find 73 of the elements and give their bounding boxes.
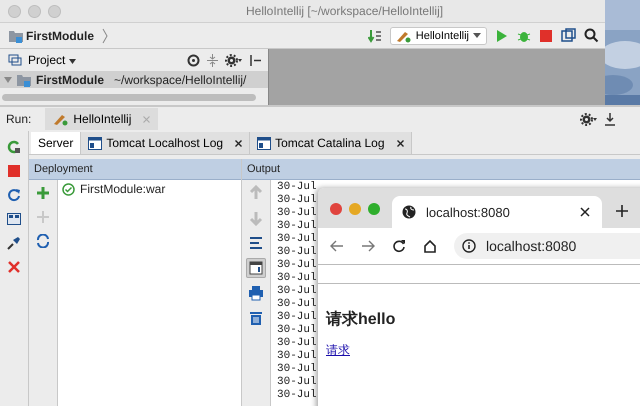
log-line: 30-Jul bbox=[277, 298, 317, 311]
log-line: 30-Jul bbox=[277, 389, 317, 402]
stop-icon[interactable] bbox=[539, 28, 553, 42]
home-icon[interactable] bbox=[423, 239, 437, 253]
layout-icon[interactable] bbox=[7, 213, 21, 225]
window-icon bbox=[8, 54, 22, 66]
back-icon[interactable] bbox=[330, 240, 344, 252]
log-line: 30-Jul bbox=[277, 337, 317, 350]
run-label: Run: bbox=[6, 112, 32, 126]
info-icon bbox=[462, 239, 476, 253]
log-window-icon bbox=[257, 136, 272, 150]
tab[interactable]: Server bbox=[31, 132, 82, 154]
log-line: 30-Jul bbox=[277, 363, 317, 376]
deployment-item[interactable]: FirstModule:war bbox=[58, 180, 241, 198]
browser-tab[interactable]: localhost:8080 bbox=[392, 196, 602, 228]
log-line: 30-Jul bbox=[277, 259, 317, 272]
log-line: 30-Jul bbox=[277, 194, 317, 207]
tab[interactable]: Tomcat Catalina Log bbox=[250, 132, 412, 154]
address-field[interactable]: localhost:8080 bbox=[454, 233, 640, 259]
log-line: 30-Jul bbox=[277, 220, 317, 233]
link[interactable]: 请求 bbox=[326, 342, 350, 359]
target-icon[interactable] bbox=[187, 54, 200, 66]
refresh-icon[interactable] bbox=[36, 234, 50, 248]
refresh-icon[interactable] bbox=[7, 188, 21, 202]
window-title: HelloIntellij [~/workspace/HelloIntellij] bbox=[246, 4, 444, 18]
log-line: 30-Jul bbox=[277, 376, 317, 389]
close-icon[interactable] bbox=[580, 207, 590, 217]
project-view-dropdown[interactable]: Project bbox=[28, 53, 76, 67]
tree-item[interactable]: FirstModule ~/workspace/HelloIntellij/ bbox=[0, 71, 268, 88]
structure-icon[interactable] bbox=[561, 28, 576, 43]
log-window-icon bbox=[88, 136, 102, 150]
close-button[interactable] bbox=[330, 203, 342, 215]
column-header: Deployment bbox=[29, 159, 241, 180]
run-tab[interactable]: HelloIntellij bbox=[45, 108, 158, 130]
sort-icon[interactable] bbox=[368, 28, 382, 42]
globe-icon bbox=[402, 205, 416, 219]
chevron-icon bbox=[102, 28, 108, 44]
search-icon[interactable] bbox=[584, 28, 599, 43]
breadcrumb-item[interactable]: FirstModule bbox=[26, 28, 94, 42]
scroll-to-end-icon[interactable] bbox=[246, 258, 266, 278]
log-line: 30-Jul bbox=[277, 311, 317, 324]
printer-icon[interactable] bbox=[246, 283, 266, 303]
page-heading: 请求hello bbox=[326, 310, 396, 330]
log-line: 30-Jul bbox=[277, 285, 317, 298]
new-tab-icon[interactable] bbox=[616, 205, 628, 217]
check-circle-icon bbox=[62, 182, 75, 196]
gear-icon[interactable] bbox=[225, 54, 243, 66]
gear-icon[interactable] bbox=[580, 112, 598, 126]
hide-panel-icon[interactable] bbox=[249, 54, 262, 66]
close-icon[interactable] bbox=[396, 140, 404, 146]
tab[interactable]: Tomcat Localhost Log bbox=[81, 132, 250, 154]
log-line: 30-Jul bbox=[277, 272, 317, 285]
log-line: 30-Jul bbox=[277, 181, 317, 194]
reload-icon[interactable] bbox=[392, 239, 406, 253]
close-icon[interactable] bbox=[235, 140, 242, 146]
log-line: 30-Jul bbox=[277, 246, 317, 259]
collapse-icon[interactable] bbox=[206, 54, 219, 66]
log-line: 30-Jul bbox=[277, 207, 317, 220]
forward-icon[interactable] bbox=[361, 240, 375, 252]
scroll-bar[interactable] bbox=[2, 94, 256, 101]
rerun-icon[interactable] bbox=[7, 140, 21, 154]
folder-icon bbox=[16, 72, 32, 86]
caret-icon bbox=[473, 33, 481, 38]
run-configuration-dropdown[interactable]: HelloIntellij bbox=[390, 26, 487, 44]
pin-icon[interactable] bbox=[7, 236, 21, 250]
caret-icon bbox=[68, 59, 76, 64]
column-header: Output bbox=[242, 159, 640, 180]
log-line: 30-Jul bbox=[277, 324, 317, 337]
folder-icon bbox=[8, 28, 24, 42]
log-line: 30-Jul bbox=[277, 350, 317, 363]
log-line: 30-Jul bbox=[277, 233, 317, 246]
deploy-icon[interactable] bbox=[36, 186, 50, 200]
download-icon[interactable] bbox=[604, 112, 616, 126]
